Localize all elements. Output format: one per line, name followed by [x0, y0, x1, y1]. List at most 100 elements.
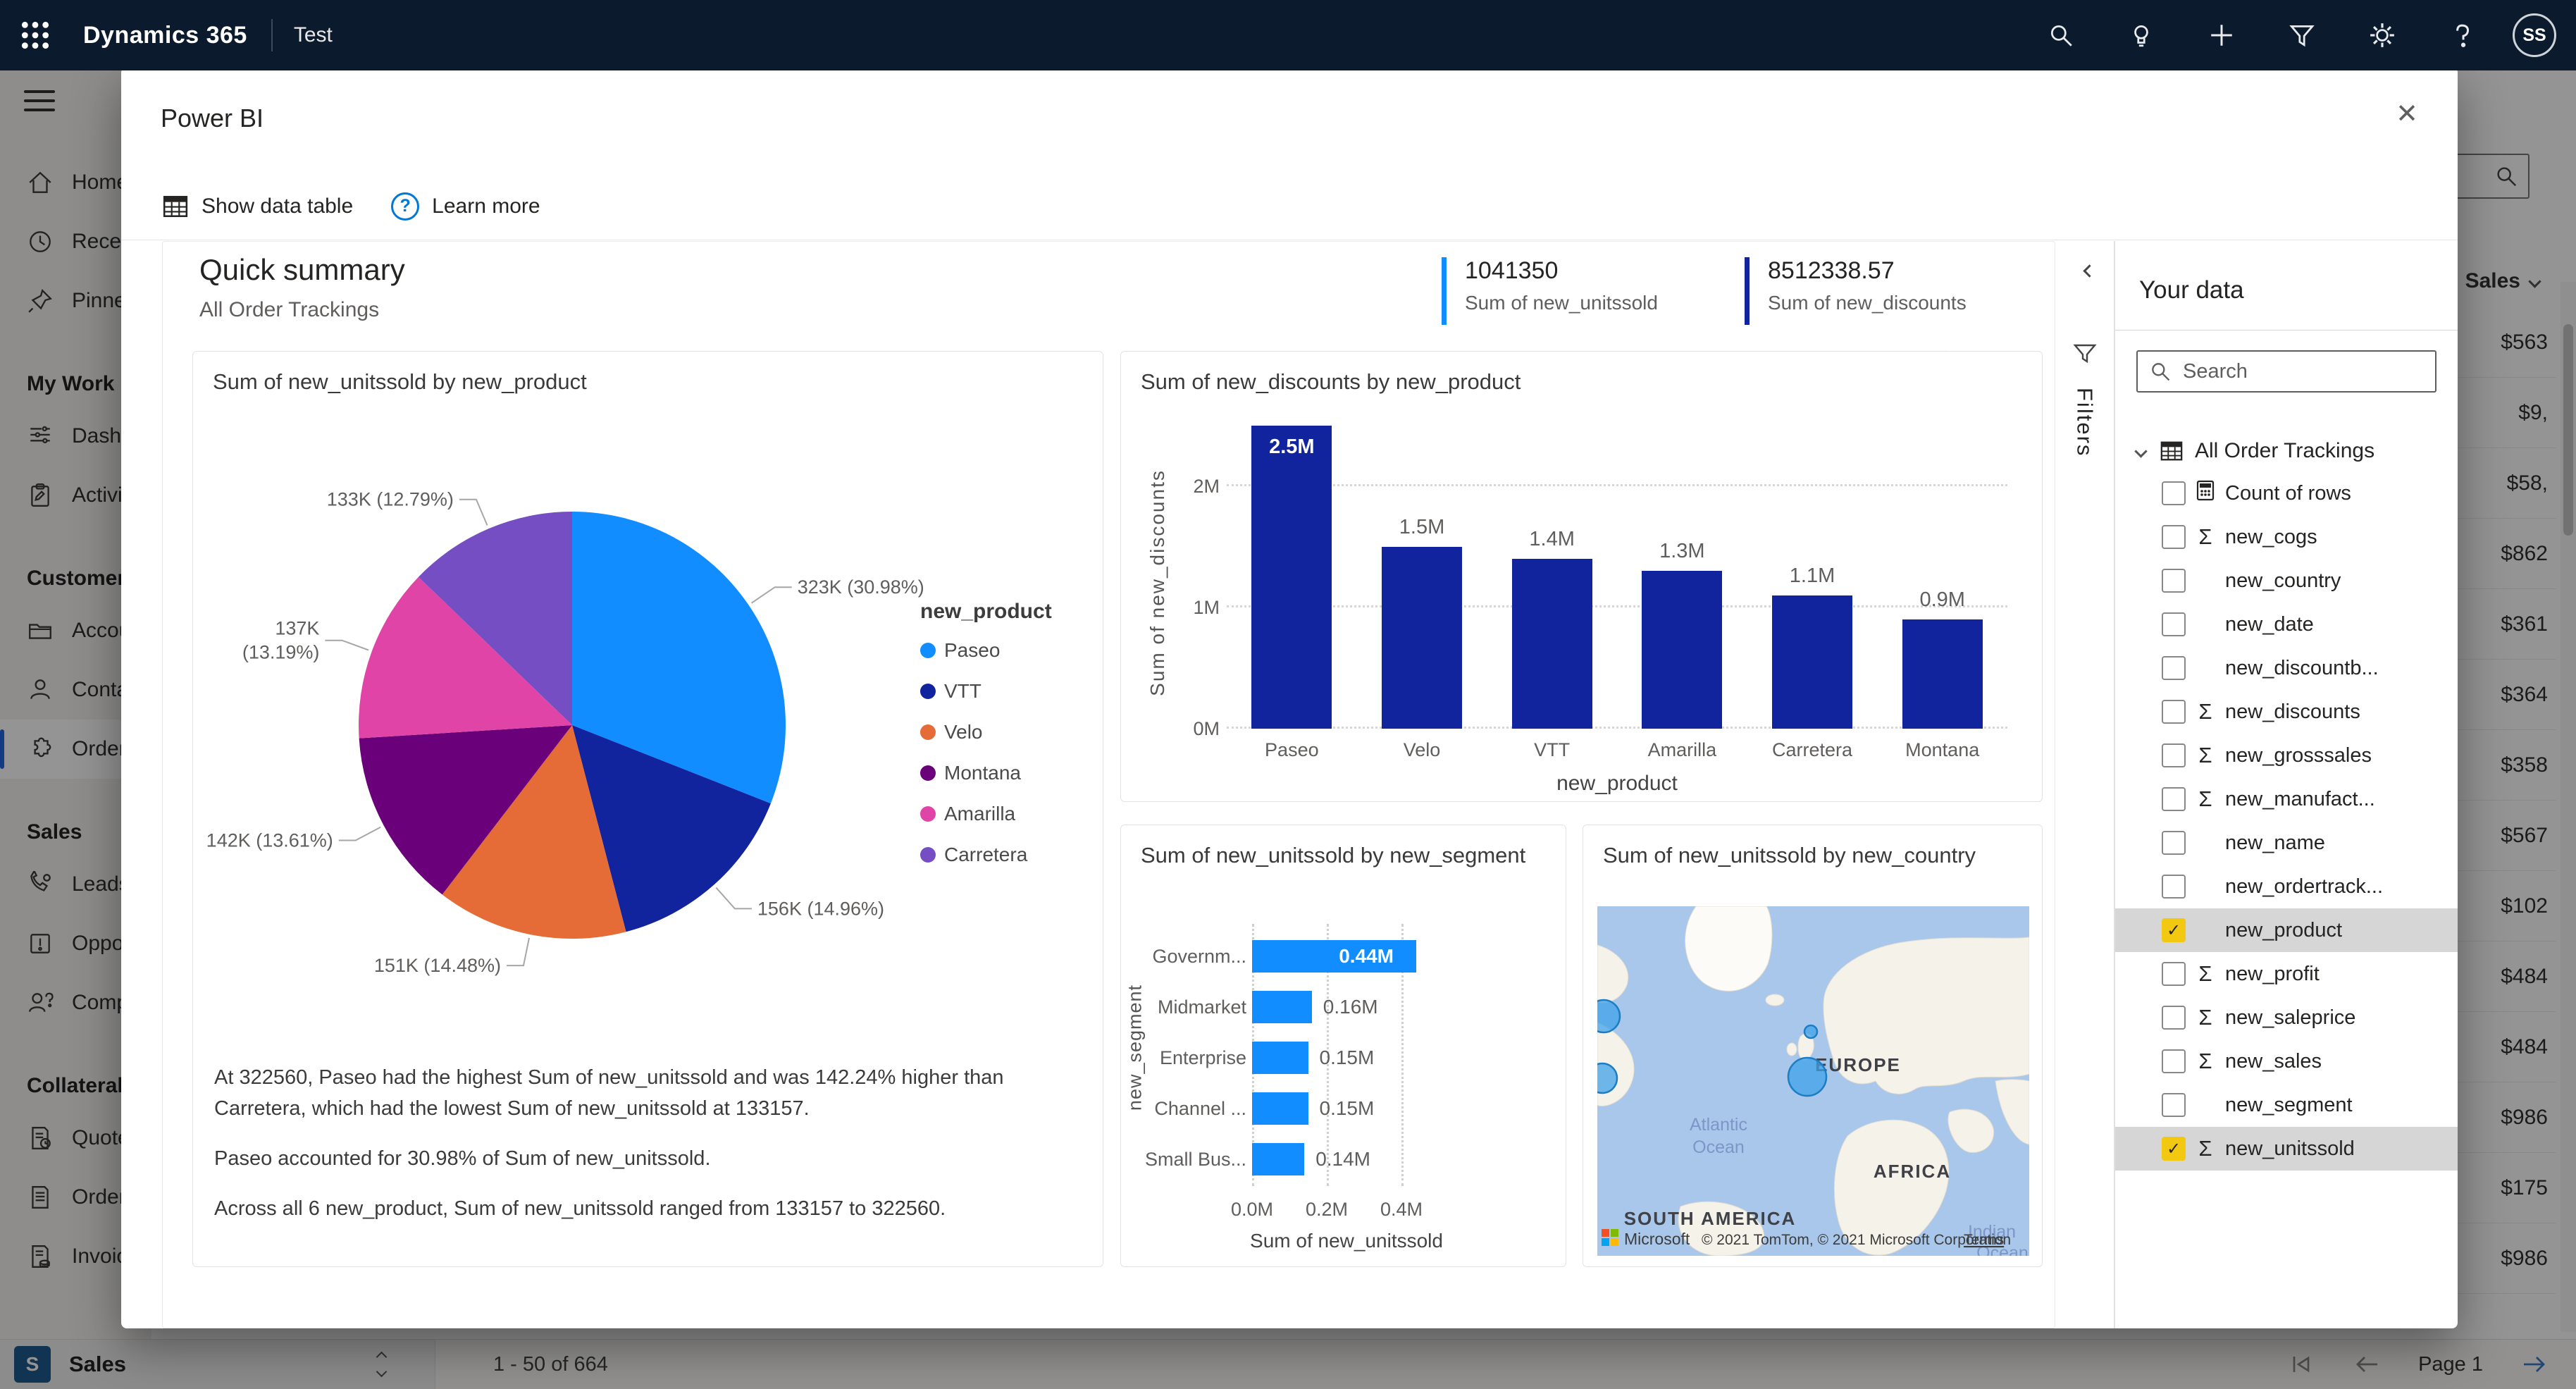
bar-Paseo[interactable]: [1251, 426, 1332, 729]
legend-item-Velo[interactable]: Velo: [920, 721, 1052, 743]
map-chart-title: Sum of new_unitssold by new_country: [1603, 843, 1976, 868]
field-label: new_discountb...: [2225, 656, 2379, 679]
legend-item-Carretera[interactable]: Carretera: [920, 844, 1052, 866]
field-checkbox[interactable]: [2162, 743, 2186, 767]
field-row-new_country[interactable]: new_country: [2115, 559, 2458, 603]
bar-data-label: 0.14M: [1315, 1148, 1371, 1170]
field-row-new_sales[interactable]: Σnew_sales: [2115, 1039, 2458, 1083]
bar-Midmarket[interactable]: [1252, 991, 1312, 1023]
field-checkbox[interactable]: [2162, 569, 2186, 593]
field-row-new_manufact[interactable]: Σnew_manufact...: [2115, 777, 2458, 821]
bar-Channel[interactable]: [1252, 1092, 1308, 1125]
field-row-new_ordertrack[interactable]: new_ordertrack...: [2115, 865, 2458, 908]
legend-item-Amarilla[interactable]: Amarilla: [920, 803, 1052, 825]
field-checkbox[interactable]: [2162, 525, 2186, 549]
show-data-table-button[interactable]: Show data table: [162, 193, 353, 220]
bar-Montana[interactable]: [1902, 619, 1983, 729]
field-row-new_cogs[interactable]: Σnew_cogs: [2115, 515, 2458, 559]
bar-data-label: 1.1M: [1789, 564, 1835, 587]
legend-item-Montana[interactable]: Montana: [920, 762, 1052, 784]
field-row-new_name[interactable]: new_name: [2115, 821, 2458, 865]
field-row-new_discounts[interactable]: Σnew_discounts: [2115, 690, 2458, 734]
bar-Carretera[interactable]: [1772, 595, 1853, 729]
bar-Velo[interactable]: [1382, 547, 1462, 729]
field-label: new_name: [2225, 831, 2325, 854]
environment-name[interactable]: Test: [294, 23, 333, 47]
screen: Dynamics 365 Test SS Home Recent Pinned My …: [0, 0, 2576, 1389]
field-row-new_unitssold[interactable]: ✓ Σnew_unitssold: [2115, 1127, 2458, 1171]
bar-Amarilla[interactable]: [1642, 571, 1723, 729]
field-row-new_saleprice[interactable]: Σnew_saleprice: [2115, 996, 2458, 1039]
bar-slot: 1.4M: [1487, 426, 1617, 729]
bars-container: 2.5M 1.5M 1.4M 1.3M 1.1M 0.9M: [1227, 426, 2007, 729]
help-icon[interactable]: [2422, 0, 2503, 70]
map-attribution: Microsoft © 2021 TomTom, © 2021 Microsoft…: [1602, 1229, 2011, 1248]
your-data-title: Your data: [2139, 276, 2244, 304]
learn-more-button[interactable]: ? Learn more: [391, 192, 540, 221]
region-label: SOUTH AMERICA: [1624, 1208, 1797, 1229]
x-axis-category-label: Velo: [1403, 739, 1441, 760]
user-avatar[interactable]: SS: [2513, 13, 2556, 57]
top-navigation-bar: Dynamics 365 Test SS: [0, 0, 2576, 70]
bar-data-label: 1.5M: [1399, 516, 1445, 538]
collapse-chevron-icon[interactable]: [2082, 264, 2096, 278]
map-visual[interactable]: Atlantic Ocean Indian Ocean EUROPE AFRICA SOUT…: [1597, 906, 2029, 1256]
filters-funnel-icon[interactable]: [2072, 341, 2098, 370]
field-row-new_profit[interactable]: Σnew_profit: [2115, 952, 2458, 996]
legend-dot: [920, 643, 936, 658]
field-checkbox[interactable]: [2162, 875, 2186, 899]
map-terms-link[interactable]: Terms: [1964, 1232, 2004, 1248]
field-row-new_segment[interactable]: new_segment: [2115, 1083, 2458, 1127]
bar-data-label: 0.9M: [1919, 588, 1965, 612]
map-data-bubble[interactable]: [1787, 1056, 1828, 1097]
metric-label: Sum of new_discounts: [1768, 292, 1967, 314]
field-checkbox[interactable]: [2162, 1093, 2186, 1117]
your-data-panel: Your data All Order Trackings Count of r…: [2114, 241, 2458, 1328]
field-checkbox[interactable]: [2162, 787, 2186, 811]
field-row-Countofrows[interactable]: Count of rows: [2115, 471, 2458, 515]
metric-label: Sum of new_unitssold: [1465, 292, 1658, 314]
legend-dot: [920, 684, 936, 699]
table-node-all-order-trackings[interactable]: All Order Trackings: [2134, 431, 2436, 471]
field-row-new_date[interactable]: new_date: [2115, 603, 2458, 646]
bar-Enterprise[interactable]: [1252, 1042, 1308, 1074]
y-axis-category-label: Governm...: [1152, 946, 1246, 967]
dialog-title: Power BI: [161, 104, 264, 132]
field-row-new_grosssales[interactable]: Σnew_grosssales: [2115, 734, 2458, 777]
plus-icon[interactable]: [2181, 0, 2262, 70]
close-icon[interactable]: ✕: [2396, 101, 2418, 128]
field-checkbox[interactable]: [2162, 1006, 2186, 1030]
field-checkbox[interactable]: [2162, 962, 2186, 986]
bar-SmallBus[interactable]: [1252, 1143, 1305, 1175]
field-checkbox[interactable]: [2162, 1049, 2186, 1073]
bar-VTT[interactable]: [1511, 559, 1592, 729]
field-label: new_date: [2225, 612, 2314, 636]
legend-item-VTT[interactable]: VTT: [920, 680, 1052, 703]
app-title[interactable]: Dynamics 365: [83, 22, 247, 49]
bar-chart-plot-area: 2.5M 1.5M 1.4M 1.3M 1.1M 0.9M: [1227, 426, 2007, 729]
field-checkbox[interactable]: [2162, 831, 2186, 855]
filters-rail-label[interactable]: Filters: [2072, 388, 2098, 457]
field-row-new_discountb[interactable]: new_discountb...: [2115, 646, 2458, 690]
your-data-search-box[interactable]: [2136, 350, 2436, 393]
field-row-new_product[interactable]: ✓ new_product: [2115, 908, 2458, 952]
field-label: new_manufact...: [2225, 787, 2375, 810]
lightbulb-icon[interactable]: [2101, 0, 2181, 70]
field-checkbox[interactable]: [2162, 700, 2186, 724]
field-checkbox[interactable]: ✓: [2162, 1137, 2186, 1161]
settings-gear-icon[interactable]: [2342, 0, 2422, 70]
field-checkbox[interactable]: ✓: [2162, 918, 2186, 942]
field-checkbox[interactable]: [2162, 481, 2186, 505]
field-checkbox[interactable]: [2162, 656, 2186, 680]
legend-dot: [920, 847, 936, 863]
field-checkbox[interactable]: [2162, 612, 2186, 636]
map-data-bubble[interactable]: [1803, 1024, 1819, 1039]
search-icon[interactable]: [2021, 0, 2101, 70]
legend-item-Paseo[interactable]: Paseo: [920, 639, 1052, 662]
x-axis-category-label: Amarilla: [1647, 739, 1717, 760]
your-data-search-input[interactable]: [2183, 359, 2424, 383]
app-launcher-waffle-icon[interactable]: [20, 20, 51, 51]
ocean-label-atlantic: Atlantic: [1690, 1115, 1747, 1135]
filter-icon[interactable]: [2262, 0, 2342, 70]
y-axis-tick-label: 2M: [1193, 476, 1220, 497]
